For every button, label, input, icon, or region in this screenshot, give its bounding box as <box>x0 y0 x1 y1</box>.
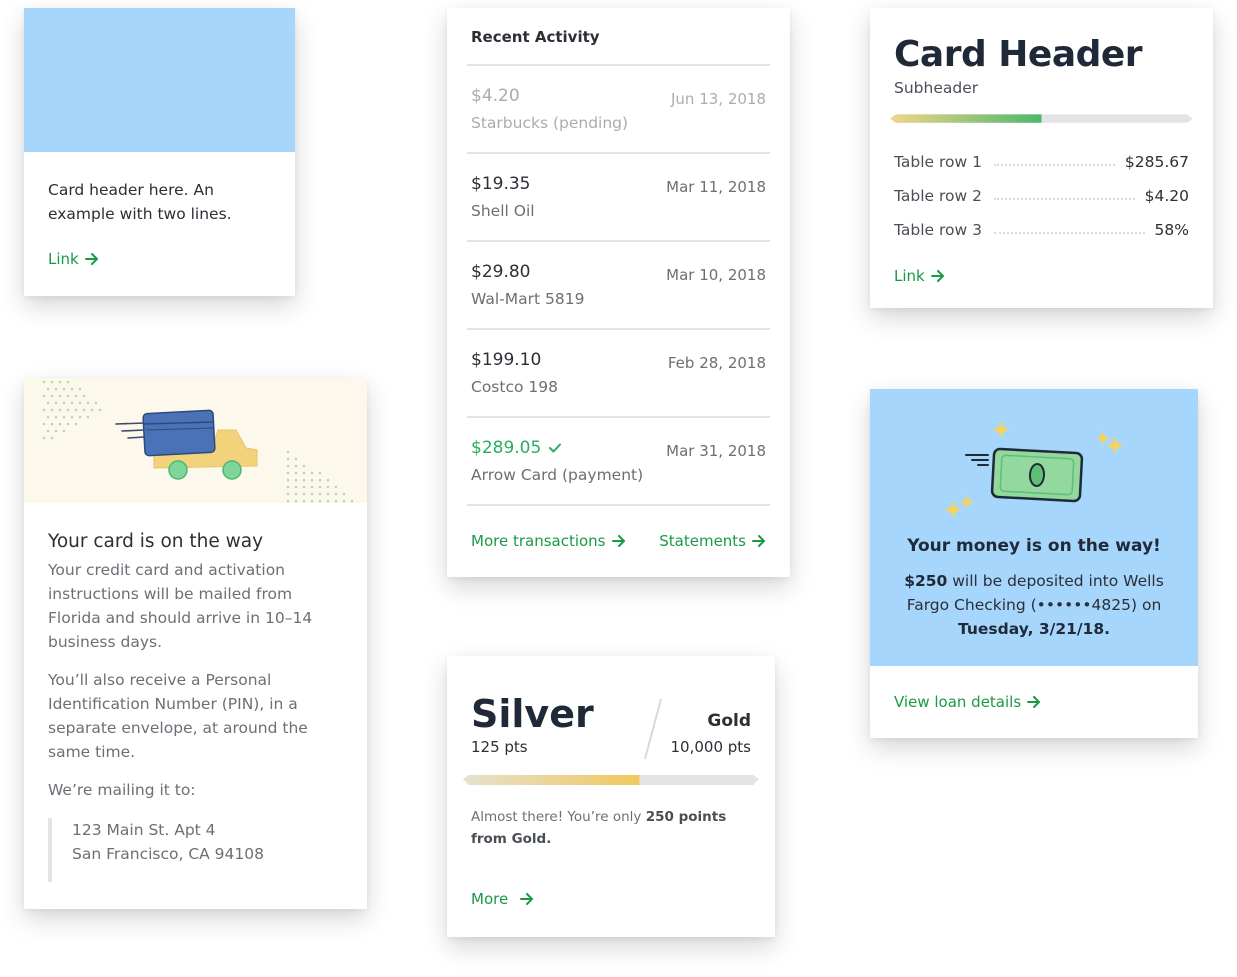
leader-dots <box>994 232 1145 234</box>
address-line: 123 Main St. Apt 4 <box>72 821 216 839</box>
transaction-row[interactable]: $19.35 Mar 11, 2018 Shell Oil <box>467 154 770 242</box>
view-loan-details-link[interactable]: View loan details <box>894 693 1041 711</box>
table-row: Table row 2 $4.20 <box>894 183 1189 205</box>
mailing-address: 123 Main St. Apt 4 San Francisco, CA 941… <box>48 818 343 882</box>
row-label: Table row 2 <box>894 187 982 205</box>
card-title: Recent Activity <box>471 28 600 46</box>
current-level: Silver <box>471 692 594 736</box>
progress-fill <box>890 114 1042 123</box>
transaction-merchant: Arrow Card (payment) <box>471 466 644 484</box>
row-label: Table row 1 <box>894 153 982 171</box>
table-row: Table row 3 58% <box>894 217 1189 239</box>
arrow-right-icon <box>930 270 944 282</box>
link-label: Link <box>894 267 925 285</box>
link-label: More <box>471 890 509 908</box>
transaction-row[interactable]: $289.05 Mar 31, 2018 Arrow Card (payment… <box>467 418 770 506</box>
transaction-merchant: Costco 198 <box>471 378 558 396</box>
transaction-row[interactable]: $4.20 Jun 13, 2018 Starbucks (pending) <box>467 66 770 154</box>
transaction-date: Mar 10, 2018 <box>666 266 766 284</box>
money-illustration <box>944 421 1124 518</box>
transaction-merchant: Wal-Mart 5819 <box>471 290 585 308</box>
transaction-date: Mar 11, 2018 <box>666 178 766 196</box>
next-points: 10,000 pts <box>670 738 751 756</box>
link-label: Link <box>48 250 79 268</box>
card-link[interactable]: Link <box>894 267 945 285</box>
transaction-merchant: Shell Oil <box>471 202 535 220</box>
paragraph: You’ll also receive a Personal Identific… <box>48 671 308 761</box>
summary-table: Table row 1 $285.67 Table row 2 $4.20 Ta… <box>870 123 1213 239</box>
transaction-date: Jun 13, 2018 <box>670 90 766 108</box>
truck-illustration <box>24 378 367 503</box>
arrow-right-icon <box>611 535 625 547</box>
row-label: Table row 3 <box>894 221 982 239</box>
progress-bar <box>463 774 759 785</box>
arrow-right-icon <box>752 535 765 547</box>
payment-amount: $289.05 <box>471 438 542 458</box>
divider <box>644 698 662 760</box>
table-row: Table row 1 $285.67 <box>894 149 1189 171</box>
card-link[interactable]: Link <box>48 250 99 268</box>
paragraph: Your credit card and activation instruct… <box>48 561 313 651</box>
progress-message: Almost there! You’re only 250 points fro… <box>471 806 741 850</box>
progress-bar <box>890 114 1193 123</box>
paragraph: We’re mailing it to: <box>48 781 196 799</box>
recent-activity-card: Recent Activity $4.20 Jun 13, 2018 Starb… <box>447 8 790 577</box>
deposit-description: $250 will be deposited into Wells Fargo … <box>900 569 1168 641</box>
arrow-right-icon <box>84 253 98 265</box>
address-line: San Francisco, CA 94108 <box>72 845 264 863</box>
check-icon <box>548 443 561 453</box>
card-header-card: Card Header Subheader Table row 1 $285.6… <box>870 8 1213 308</box>
row-value: 58% <box>1154 221 1189 239</box>
current-points: 125 pts <box>471 738 528 756</box>
card-hero-image <box>24 8 295 152</box>
arrow-right-icon <box>1027 696 1041 708</box>
rewards-card: Silver 125 pts Gold 10,000 pts Almost th… <box>447 656 775 937</box>
more-link[interactable]: More <box>471 890 534 908</box>
transaction-list: $4.20 Jun 13, 2018 Starbucks (pending) $… <box>467 64 770 506</box>
next-level: Gold <box>707 711 751 731</box>
link-label: Statements <box>659 532 746 550</box>
arrow-right-icon <box>520 893 534 905</box>
card-shipping-card: Your card is on the way Your credit card… <box>24 378 367 909</box>
money-card: Your money is on the way! $250 will be d… <box>870 389 1198 738</box>
card-text: Card header here. An example with two li… <box>48 181 232 223</box>
leader-dots <box>994 198 1135 200</box>
statements-link[interactable]: Statements <box>659 532 766 550</box>
card-title: Your card is on the way <box>48 531 264 552</box>
link-label: More transactions <box>471 532 606 550</box>
deposit-amount: $250 <box>904 572 948 590</box>
link-label: View loan details <box>894 693 1022 711</box>
transaction-row[interactable]: $199.10 Feb 28, 2018 Costco 198 <box>467 330 770 418</box>
transaction-date: Feb 28, 2018 <box>667 354 766 372</box>
transaction-row[interactable]: $29.80 Mar 10, 2018 Wal-Mart 5819 <box>467 242 770 330</box>
progress-fill <box>463 775 640 785</box>
deposit-date: Tuesday, 3/21/18. <box>957 620 1111 638</box>
row-value: $4.20 <box>1144 187 1189 205</box>
card-subtitle: Subheader <box>894 79 979 97</box>
transaction-merchant: Starbucks (pending) <box>471 114 629 132</box>
transaction-date: Mar 31, 2018 <box>666 442 766 460</box>
message-text: Almost there! You’re only <box>471 809 646 825</box>
card-title: Your money is on the way! <box>907 536 1161 556</box>
leader-dots <box>994 164 1115 166</box>
money-hero: Your money is on the way! $250 will be d… <box>870 389 1198 666</box>
row-value: $285.67 <box>1124 153 1189 171</box>
more-transactions-link[interactable]: More transactions <box>471 532 626 550</box>
link-card: Card header here. An example with two li… <box>24 8 295 296</box>
card-title: Card Header <box>894 34 1143 75</box>
